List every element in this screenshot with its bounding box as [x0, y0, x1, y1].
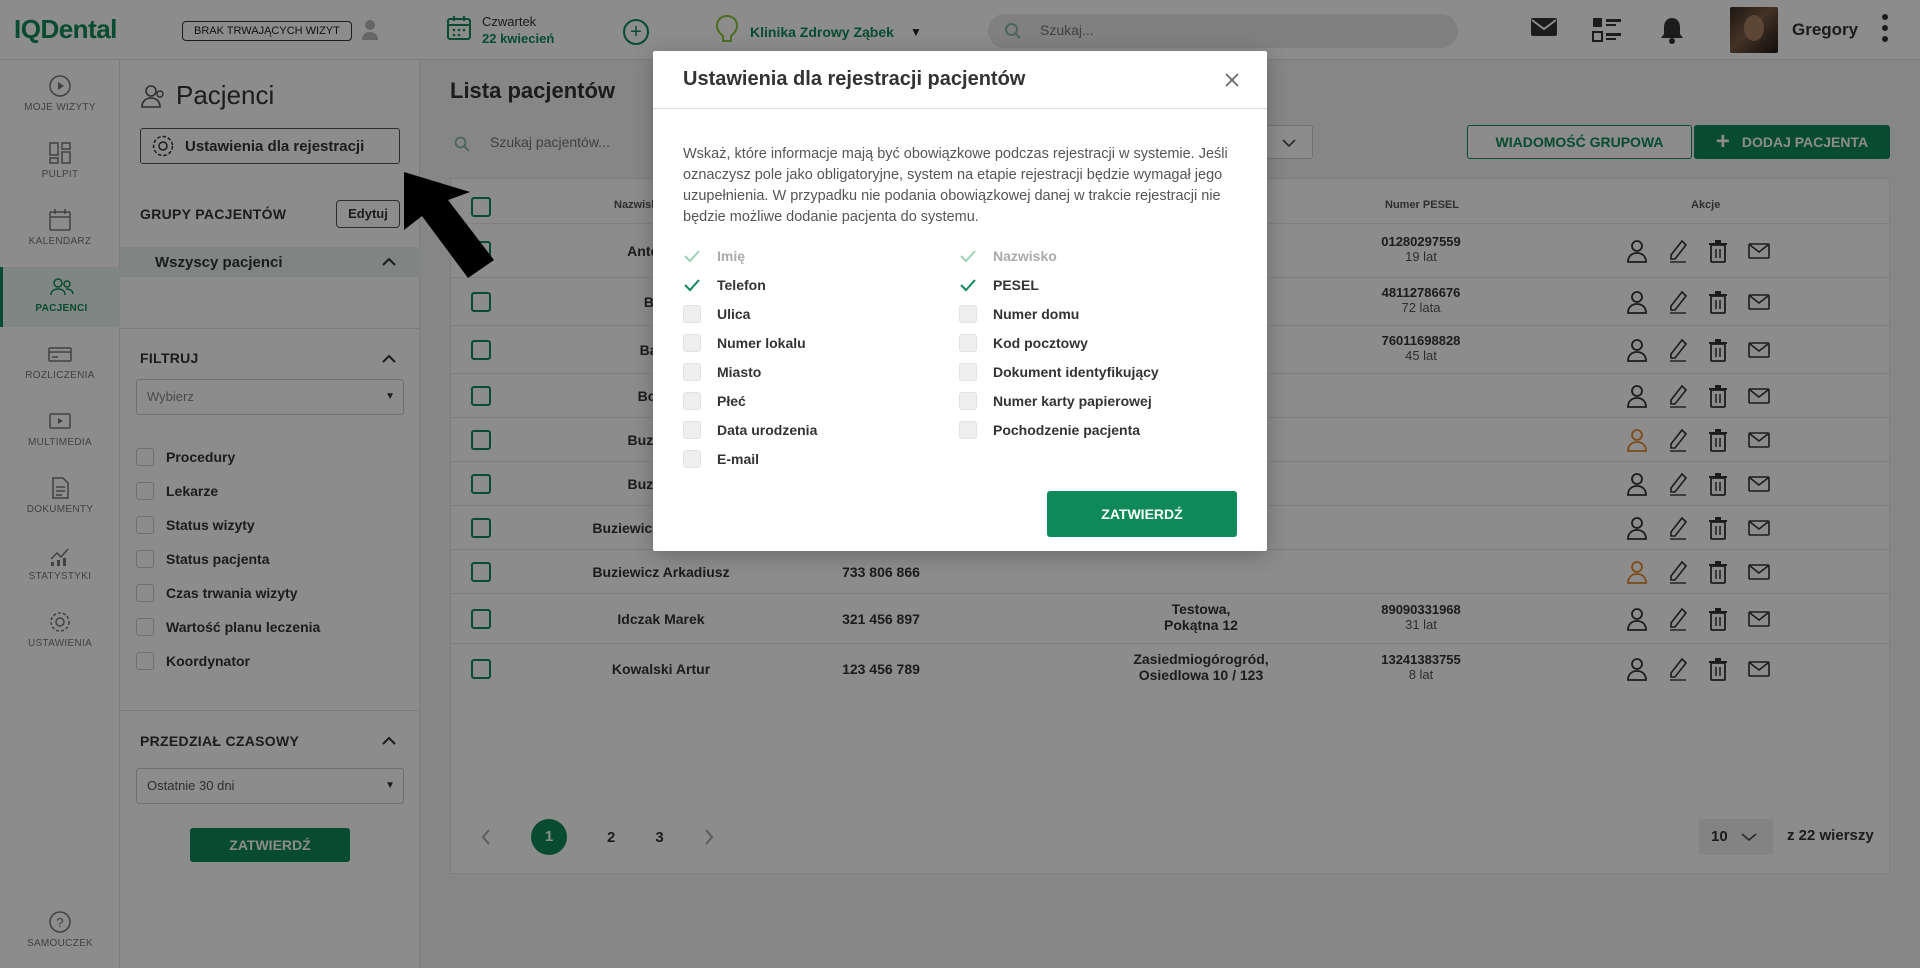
checkbox[interactable]: [683, 421, 701, 439]
required-option[interactable]: Pochodzenie pacjenta: [959, 421, 1140, 439]
required-option[interactable]: Numer karty papierowej: [959, 392, 1152, 410]
checkbox: [959, 247, 977, 265]
checkbox[interactable]: [959, 392, 977, 410]
checkbox[interactable]: [683, 363, 701, 381]
required-option[interactable]: Telefon: [683, 276, 766, 294]
option-label: Dokument identyfikujący: [993, 364, 1159, 380]
required-option[interactable]: Ulica: [683, 305, 750, 323]
option-label: Numer karty papierowej: [993, 393, 1152, 409]
required-option[interactable]: Kod pocztowy: [959, 334, 1088, 352]
checkbox[interactable]: [959, 305, 977, 323]
modal-header: Ustawienia dla rejestracji pacjentów: [653, 51, 1267, 109]
checkbox[interactable]: [683, 392, 701, 410]
checkbox[interactable]: [959, 421, 977, 439]
modal-title: Ustawienia dla rejestracji pacjentów: [683, 68, 1026, 90]
required-option[interactable]: Numer domu: [959, 305, 1079, 323]
option-label: Numer lokalu: [717, 335, 806, 351]
checkbox: [683, 247, 701, 265]
option-label: Imię: [717, 248, 746, 264]
required-option: Imię: [683, 247, 745, 265]
checkbox[interactable]: [683, 305, 701, 323]
option-label: Data urodzenia: [717, 422, 818, 438]
required-option[interactable]: Data urodzenia: [683, 421, 817, 439]
checkbox[interactable]: [683, 450, 701, 468]
checkbox[interactable]: [683, 276, 701, 294]
modal-description: Wskaż, które informacje mają być obowiąz…: [683, 146, 1228, 225]
option-label: Numer domu: [993, 306, 1080, 322]
option-label: Płeć: [717, 393, 746, 409]
option-label: PESEL: [993, 277, 1039, 293]
required-option[interactable]: E-mail: [683, 450, 759, 468]
close-icon[interactable]: [1221, 69, 1243, 91]
pointer-arrow-icon: [404, 172, 494, 278]
required-option[interactable]: PESEL: [959, 276, 1039, 294]
checkbox[interactable]: [959, 363, 977, 381]
required-option: Nazwisko: [959, 247, 1057, 265]
required-option[interactable]: Miasto: [683, 363, 761, 381]
option-label: E-mail: [717, 451, 760, 467]
option-label: Nazwisko: [993, 248, 1057, 264]
required-option[interactable]: Płeć: [683, 392, 746, 410]
required-option[interactable]: Numer lokalu: [683, 334, 806, 352]
registration-settings-modal: Ustawienia dla rejestracji pacjentów Wsk…: [653, 51, 1267, 551]
option-label: Miasto: [717, 364, 762, 380]
option-label: Kod pocztowy: [993, 335, 1088, 351]
checkbox[interactable]: [683, 334, 701, 352]
checkbox[interactable]: [959, 334, 977, 352]
option-label: Pochodzenie pacjenta: [993, 422, 1141, 438]
option-label: Telefon: [717, 277, 766, 293]
checkbox[interactable]: [959, 276, 977, 294]
option-label: Ulica: [717, 306, 751, 322]
modal-confirm-button[interactable]: ZATWIERDŹ: [1047, 491, 1237, 537]
required-option[interactable]: Dokument identyfikujący: [959, 363, 1159, 381]
